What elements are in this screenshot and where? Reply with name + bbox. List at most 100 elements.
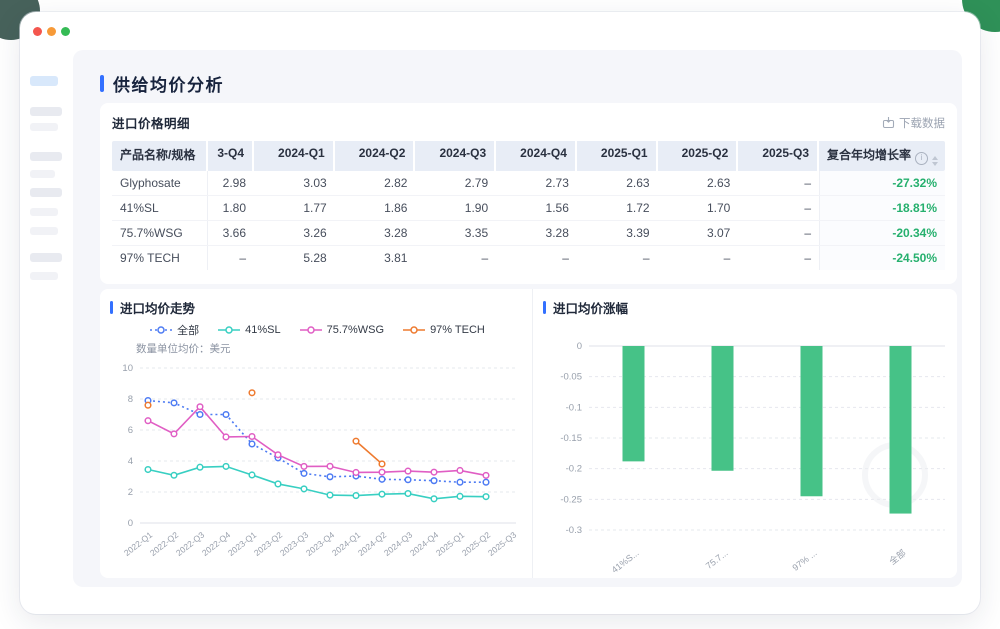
price-cell: 2.79 [415,171,496,195]
sidebar-skeleton-bar [30,170,55,178]
price-cell: 3.26 [254,221,335,245]
svg-text:2024-Q1: 2024-Q1 [330,530,362,558]
close-window-button[interactable] [33,27,42,36]
price-cell: 1.77 [254,196,335,220]
product-name-cell: 75.7%WSG [112,221,208,245]
price-cell: 2.98 [208,171,254,195]
price-cell: 3.28 [496,221,577,245]
download-label: 下载数据 [899,115,945,131]
trend-chart-title: 进口均价走势 [120,298,195,317]
column-header: 2025-Q3 [738,141,819,171]
price-cell: – [658,246,739,270]
trend-chart-section: 进口均价走势 全部41%SL75.7%WSG97% TECH 数量单位均价：美元… [100,289,532,578]
sidebar-skeleton-bar [30,107,62,116]
svg-text:6: 6 [128,425,133,436]
app-window: 供给均价分析 进口价格明细 下载数据 产品名称/规格3-Q42024-Q1202… [20,12,980,614]
legend-label: 全部 [177,322,199,338]
cagr-cell: -18.81% [819,196,945,220]
svg-text:8: 8 [128,394,133,405]
legend-item[interactable]: 97% TECH [402,324,485,336]
change-chart-title: 进口均价涨幅 [553,298,628,317]
svg-text:2023-Q2: 2023-Q2 [252,530,284,558]
price-cell: – [208,246,254,270]
svg-text:2024-Q2: 2024-Q2 [356,530,388,558]
svg-text:2024-Q4: 2024-Q4 [408,530,440,558]
cagr-cell: -24.50% [819,246,945,270]
price-cell: – [496,246,577,270]
column-header-cagr-sortable[interactable]: 复合年均增长率i [819,141,945,171]
legend-label: 97% TECH [430,324,485,336]
table-row: 41%SL1.801.771.861.901.561.721.70–-18.81… [112,196,945,221]
sidebar-skeleton-bar [30,152,62,161]
table-body: Glyphosate2.983.032.822.792.732.632.63–-… [112,171,945,270]
trend-chart-header: 进口均价走势 [110,298,524,317]
price-cell: – [415,246,496,270]
svg-text:0: 0 [128,518,133,529]
column-header: 2024-Q4 [496,141,577,171]
price-cell: 1.56 [496,196,577,220]
sidebar-skeleton-bar [30,188,62,197]
sidebar-item-active[interactable] [30,76,58,86]
sidebar-skeleton-bar [30,272,58,280]
svg-text:-0.3: -0.3 [566,525,582,536]
price-cell: 3.66 [208,221,254,245]
legend-marker-icon [299,325,323,335]
svg-text:2023-Q3: 2023-Q3 [278,530,310,558]
table-row: Glyphosate2.983.032.822.792.732.632.63–-… [112,171,945,196]
svg-text:2022-Q1: 2022-Q1 [122,530,154,558]
price-cell: 3.81 [335,246,416,270]
change-chart-section: 进口均价涨幅 0-0.05-0.1-0.15-0.2-0.25-0.341%S.… [532,289,971,578]
column-header: 2025-Q2 [658,141,739,171]
price-cell: 3.28 [335,221,416,245]
sidebar-skeleton-bar [30,123,58,131]
svg-text:-0.05: -0.05 [560,372,582,383]
price-cell: 1.80 [208,196,254,220]
cagr-cell: -27.32% [819,171,945,195]
line-chart: 02468102022-Q12022-Q22022-Q32022-Q42023-… [110,356,524,578]
page-title: 供给均价分析 [113,71,224,96]
svg-text:2023-Q4: 2023-Q4 [304,530,336,558]
window-controls [33,27,70,36]
main-panel: 供给均价分析 进口价格明细 下载数据 产品名称/规格3-Q42024-Q1202… [73,50,962,587]
svg-text:2: 2 [128,487,133,498]
legend-item[interactable]: 全部 [149,322,199,338]
download-data-button[interactable]: 下载数据 [882,115,945,131]
product-name-cell: 97% TECH [112,246,208,270]
price-cell: – [738,246,819,270]
sidebar-skeleton-bar [30,208,58,216]
svg-text:2023-Q1: 2023-Q1 [226,530,258,558]
sort-icon[interactable] [932,156,938,166]
legend-item[interactable]: 41%SL [217,324,280,336]
svg-text:10: 10 [122,363,133,374]
svg-text:4: 4 [128,456,133,467]
price-cell: – [738,171,819,195]
svg-text:0: 0 [577,341,582,352]
price-cell: – [738,196,819,220]
price-cell: 3.35 [415,221,496,245]
price-cell: 5.28 [254,246,335,270]
svg-text:2025-Q2: 2025-Q2 [460,530,492,558]
price-cell: 1.86 [335,196,416,220]
legend-label: 75.7%WSG [327,324,384,336]
price-cell: 1.72 [577,196,658,220]
svg-text:75.7...: 75.7... [704,548,730,571]
bar-chart: 0-0.05-0.1-0.15-0.2-0.25-0.341%S...75.7.… [543,325,963,575]
maximize-window-button[interactable] [61,27,70,36]
svg-text:-0.1: -0.1 [566,402,582,413]
price-cell: 2.73 [496,171,577,195]
column-header: 2025-Q1 [577,141,658,171]
svg-text:-0.25: -0.25 [560,494,582,505]
info-icon[interactable]: i [915,152,928,165]
download-icon [882,116,895,129]
title-accent-bar [543,301,546,314]
column-header: 2024-Q1 [254,141,335,171]
legend-marker-icon [149,325,173,335]
import-price-table-card: 进口价格明细 下载数据 产品名称/规格3-Q42024-Q12024-Q2202… [100,103,957,284]
legend-marker-icon [402,325,426,335]
change-chart-header: 进口均价涨幅 [543,298,963,317]
legend-item[interactable]: 75.7%WSG [299,324,384,336]
price-cell: 3.07 [658,221,739,245]
price-cell: 1.90 [415,196,496,220]
title-accent-bar [100,75,104,92]
minimize-window-button[interactable] [47,27,56,36]
